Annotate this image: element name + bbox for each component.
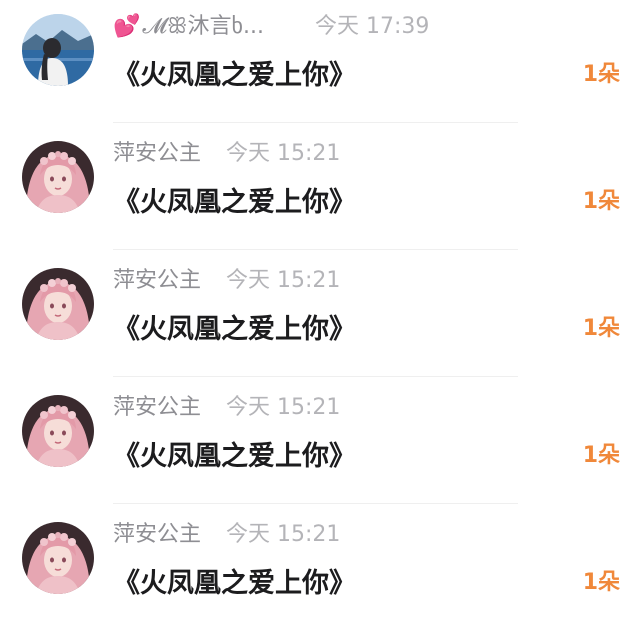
flower-count: 1朵 xyxy=(582,189,620,214)
message-row[interactable]: 萍安公主 今天 15:21 《火凤凰之爱上你》 1朵 xyxy=(0,381,640,508)
timestamp: 今天 17:39 xyxy=(315,14,430,39)
message-row[interactable]: 萍安公主 今天 15:21 《火凤凰之爱上你》 1朵 xyxy=(0,127,640,254)
flower-count: 1朵 xyxy=(582,570,620,595)
sender-name[interactable]: 萍安公主 xyxy=(113,266,201,296)
sender-name[interactable]: 💕𝓜ꕥ沐言ხ... xyxy=(113,12,264,42)
pink-hair-girl-image xyxy=(22,141,94,213)
message-row[interactable]: 萍安公主 今天 15:21 《火凤凰之爱上你》 1朵 xyxy=(0,508,640,620)
gift-text: 《火凤凰之爱上你》 xyxy=(113,441,356,472)
avatar[interactable] xyxy=(22,395,94,467)
flower-count: 1朵 xyxy=(582,62,620,87)
timestamp: 今天 15:21 xyxy=(226,395,341,420)
sender-name[interactable]: 萍安公主 xyxy=(113,393,201,423)
divider xyxy=(113,376,518,377)
avatar[interactable] xyxy=(22,522,94,594)
gift-text: 《火凤凰之爱上你》 xyxy=(113,568,356,599)
sender-name[interactable]: 萍安公主 xyxy=(113,139,201,169)
divider xyxy=(113,503,518,504)
message-row[interactable]: 💕𝓜ꕥ沐言ხ... 今天 17:39 《火凤凰之爱上你》 1朵 xyxy=(0,0,640,127)
avatar[interactable] xyxy=(22,268,94,340)
heart-icon: 💕 xyxy=(113,14,141,39)
timestamp: 今天 15:21 xyxy=(226,268,341,293)
gift-text: 《火凤凰之爱上你》 xyxy=(113,187,356,218)
avatar[interactable] xyxy=(22,14,94,86)
divider xyxy=(113,122,518,123)
flower-count: 1朵 xyxy=(582,316,620,341)
gift-text: 《火凤凰之爱上你》 xyxy=(113,60,356,91)
avatar[interactable] xyxy=(22,141,94,213)
message-row[interactable]: 萍安公主 今天 15:21 《火凤凰之爱上你》 1朵 xyxy=(0,254,640,381)
pink-hair-girl-image xyxy=(22,268,94,340)
lake-portrait-image xyxy=(22,14,94,86)
divider xyxy=(113,249,518,250)
pink-hair-girl-image xyxy=(22,395,94,467)
timestamp: 今天 15:21 xyxy=(226,522,341,547)
gift-text: 《火凤凰之爱上你》 xyxy=(113,314,356,345)
flower-count: 1朵 xyxy=(582,443,620,468)
pink-hair-girl-image xyxy=(22,522,94,594)
sender-name-label: 𝓜ꕥ沐言ხ... xyxy=(142,14,264,39)
sender-name[interactable]: 萍安公主 xyxy=(113,520,201,550)
gift-message-list: 💕𝓜ꕥ沐言ხ... 今天 17:39 《火凤凰之爱上你》 1朵 萍安公主 今天 … xyxy=(0,0,640,620)
timestamp: 今天 15:21 xyxy=(226,141,341,166)
